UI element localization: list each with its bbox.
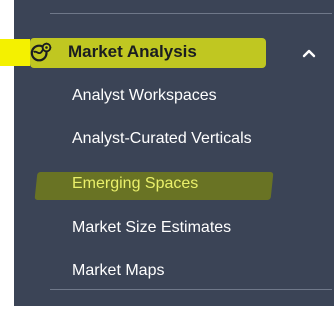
sidebar-item-analyst-workspaces[interactable]: Analyst Workspaces: [72, 87, 217, 105]
sidebar-item-market-maps[interactable]: Market Maps: [72, 262, 164, 280]
divider: [50, 13, 332, 14]
sidebar-item-analyst-curated-verticals[interactable]: Analyst-Curated Verticals: [72, 130, 252, 148]
sidebar-item-market-size-estimates[interactable]: Market Size Estimates: [72, 219, 231, 237]
screenshot-canvas: Market Analysis Analyst Workspaces Analy…: [0, 0, 334, 320]
section-title: Market Analysis: [68, 42, 197, 61]
globe-gear-icon: [30, 42, 52, 62]
sidebar-item-emerging-spaces[interactable]: Emerging Spaces: [72, 175, 198, 193]
market-analysis-section-header[interactable]: Market Analysis: [30, 38, 334, 68]
highlight-mark: [0, 39, 30, 66]
divider: [50, 289, 332, 290]
chevron-up-icon[interactable]: [301, 46, 317, 60]
